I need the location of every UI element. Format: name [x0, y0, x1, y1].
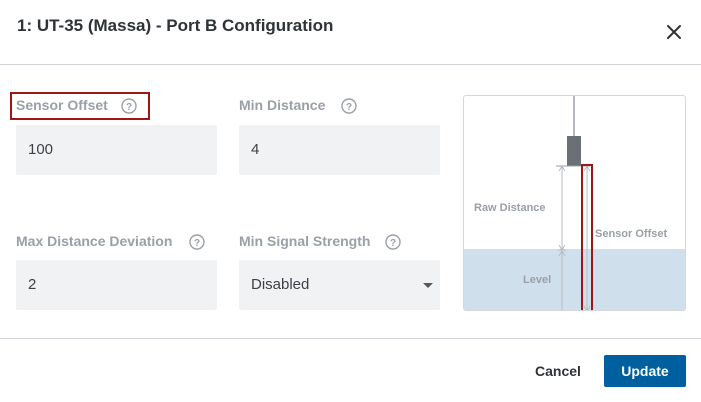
svg-text:?: ?: [126, 102, 132, 113]
help-icon[interactable]: ?: [121, 98, 137, 114]
max-distance-deviation-label: Max Distance Deviation: [16, 233, 173, 249]
update-button[interactable]: Update: [604, 355, 686, 387]
footer-divider: [0, 338, 701, 339]
dialog-header: 1: UT-35 (Massa) - Port B Configuration: [0, 0, 701, 65]
cancel-button[interactable]: Cancel: [520, 355, 596, 387]
dialog-title: 1: UT-35 (Massa) - Port B Configuration: [17, 16, 334, 35]
min-signal-strength-value: Disabled: [251, 276, 310, 293]
help-icon[interactable]: ?: [385, 234, 401, 250]
min-distance-input[interactable]: 4: [239, 125, 440, 175]
sensor-offset-diagram-label: Sensor Offset: [595, 228, 667, 240]
help-icon[interactable]: ?: [341, 98, 357, 114]
help-icon[interactable]: ?: [189, 234, 205, 250]
sensor-diagram: Raw Distance Sensor Offset Level: [463, 95, 686, 311]
raw-distance-label: Raw Distance: [474, 202, 546, 214]
sensor-offset-label: Sensor Offset: [16, 97, 108, 113]
min-signal-strength-label: Min Signal Strength: [239, 233, 371, 249]
level-label: Level: [523, 274, 551, 286]
max-distance-deviation-input[interactable]: 2: [16, 260, 217, 310]
svg-text:?: ?: [194, 238, 200, 249]
close-icon[interactable]: [662, 20, 686, 44]
sensor-icon: [567, 136, 581, 166]
min-signal-strength-select[interactable]: Disabled: [239, 260, 440, 310]
min-distance-label: Min Distance: [239, 97, 326, 113]
chevron-down-icon: [423, 283, 433, 288]
svg-text:?: ?: [390, 238, 396, 249]
sensor-offset-input[interactable]: 100: [16, 125, 217, 175]
svg-text:?: ?: [346, 102, 352, 113]
